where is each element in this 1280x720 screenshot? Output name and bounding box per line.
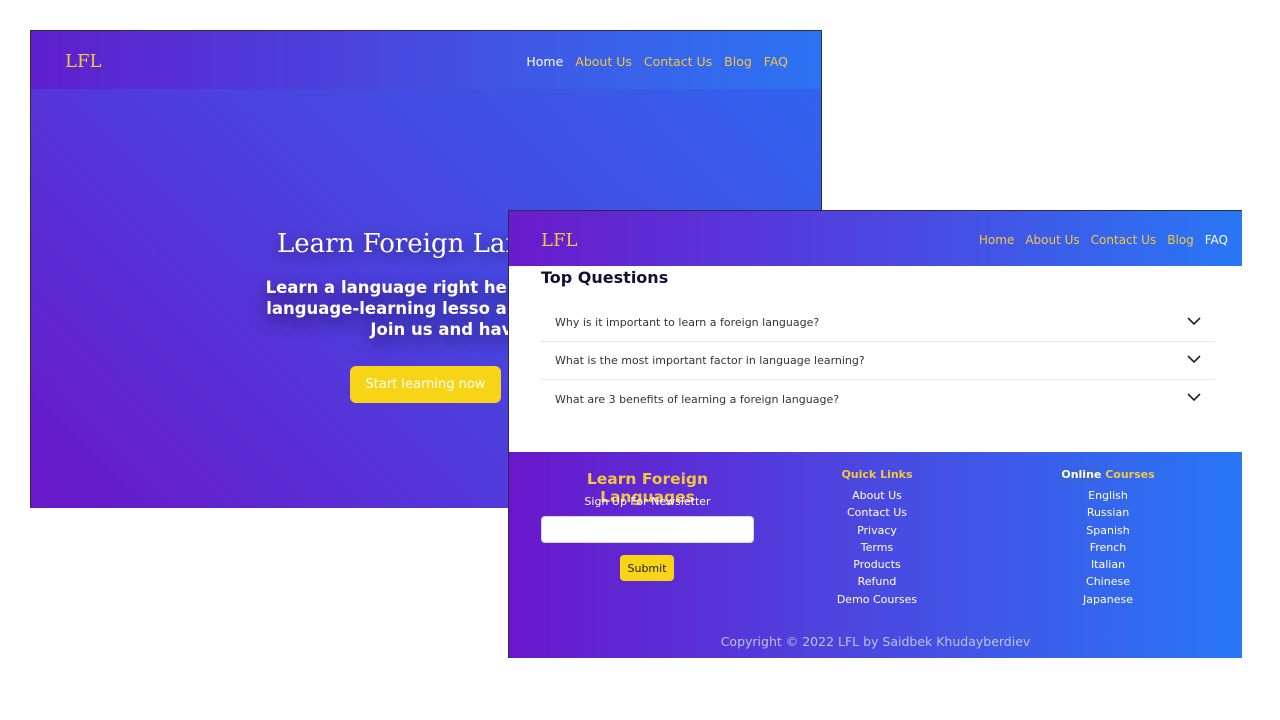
nav-link-contact[interactable]: Contact Us: [1091, 233, 1157, 247]
site-logo[interactable]: LFL: [541, 230, 577, 251]
course-link[interactable]: French: [1028, 539, 1188, 556]
quick-links-heading: Quick Links: [841, 468, 913, 481]
course-link[interactable]: Chinese: [1028, 573, 1188, 590]
hero-title: Learn Foreign Lang: [277, 229, 539, 259]
faq-question-text: What is the most important factor in lan…: [555, 354, 865, 367]
course-link[interactable]: Russian: [1028, 504, 1188, 521]
newsletter-email-input[interactable]: [541, 516, 754, 543]
faq-section-title: Top Questions: [541, 268, 669, 287]
nav-link-home[interactable]: Home: [979, 233, 1014, 247]
faq-question[interactable]: What is the most important factor in lan…: [541, 342, 1215, 380]
course-link[interactable]: Spanish: [1028, 522, 1188, 539]
quick-link[interactable]: Demo Courses: [797, 591, 957, 608]
hero-navbar: LFL Home About Us Contact Us Blog FAQ: [31, 31, 821, 89]
quick-link[interactable]: Contact Us: [797, 504, 957, 521]
heading-rest: Courses: [1101, 468, 1155, 481]
faq-navbar: LFL Home About Us Contact Us Blog FAQ: [509, 211, 1242, 266]
heading-highlight: Online: [1061, 468, 1102, 481]
faq-question[interactable]: What are 3 benefits of learning a foreig…: [541, 380, 1215, 418]
chevron-down-icon[interactable]: [1187, 354, 1201, 364]
faq-nav-links: Home About Us Contact Us Blog FAQ: [979, 233, 1228, 247]
online-courses-column: Online Courses English Russian Spanish F…: [1028, 468, 1188, 608]
chevron-down-icon[interactable]: [1187, 316, 1201, 326]
faq-list: Why is it important to learn a foreign l…: [541, 304, 1215, 418]
quick-link[interactable]: Terms: [797, 539, 957, 556]
course-link[interactable]: English: [1028, 487, 1188, 504]
newsletter-label: Sign Up For Newsletter: [584, 495, 711, 508]
faq-question[interactable]: Why is it important to learn a foreign l…: [541, 304, 1215, 342]
copyright-text: Copyright © 2022 LFL by Saidbek Khudaybe…: [720, 634, 1031, 649]
nav-link-home[interactable]: Home: [526, 54, 563, 69]
faq-question-text: What are 3 benefits of learning a foreig…: [555, 392, 840, 406]
course-link[interactable]: Japanese: [1028, 591, 1188, 608]
nav-link-faq[interactable]: FAQ: [1205, 233, 1228, 247]
site-footer: Learn Foreign Languages Sign Up For News…: [509, 452, 1242, 658]
nav-link-blog[interactable]: Blog: [1167, 233, 1194, 247]
hero-nav-links: Home About Us Contact Us Blog FAQ: [526, 54, 788, 69]
site-logo[interactable]: LFL: [65, 51, 101, 72]
course-link[interactable]: Italian: [1028, 556, 1188, 573]
nav-link-contact[interactable]: Contact Us: [644, 54, 712, 69]
nav-link-faq[interactable]: FAQ: [764, 54, 788, 69]
chevron-down-icon[interactable]: [1187, 392, 1201, 402]
quick-link[interactable]: About Us: [797, 487, 957, 504]
online-courses-heading: Online Courses: [1028, 468, 1188, 481]
newsletter-submit-button[interactable]: Submit: [620, 555, 674, 581]
quick-link[interactable]: Privacy: [797, 522, 957, 539]
faq-window: LFL Home About Us Contact Us Blog FAQ To…: [508, 210, 1242, 658]
faq-question-text: Why is it important to learn a foreign l…: [555, 316, 820, 329]
start-learning-button[interactable]: Start learning now: [350, 366, 501, 403]
quick-links-column: Quick Links About Us Contact Us Privacy …: [797, 468, 957, 608]
nav-link-blog[interactable]: Blog: [724, 54, 752, 69]
quick-link[interactable]: Products: [797, 556, 957, 573]
nav-link-about[interactable]: About Us: [575, 54, 632, 69]
quick-link[interactable]: Refund: [797, 573, 957, 590]
nav-link-about[interactable]: About Us: [1025, 233, 1079, 247]
